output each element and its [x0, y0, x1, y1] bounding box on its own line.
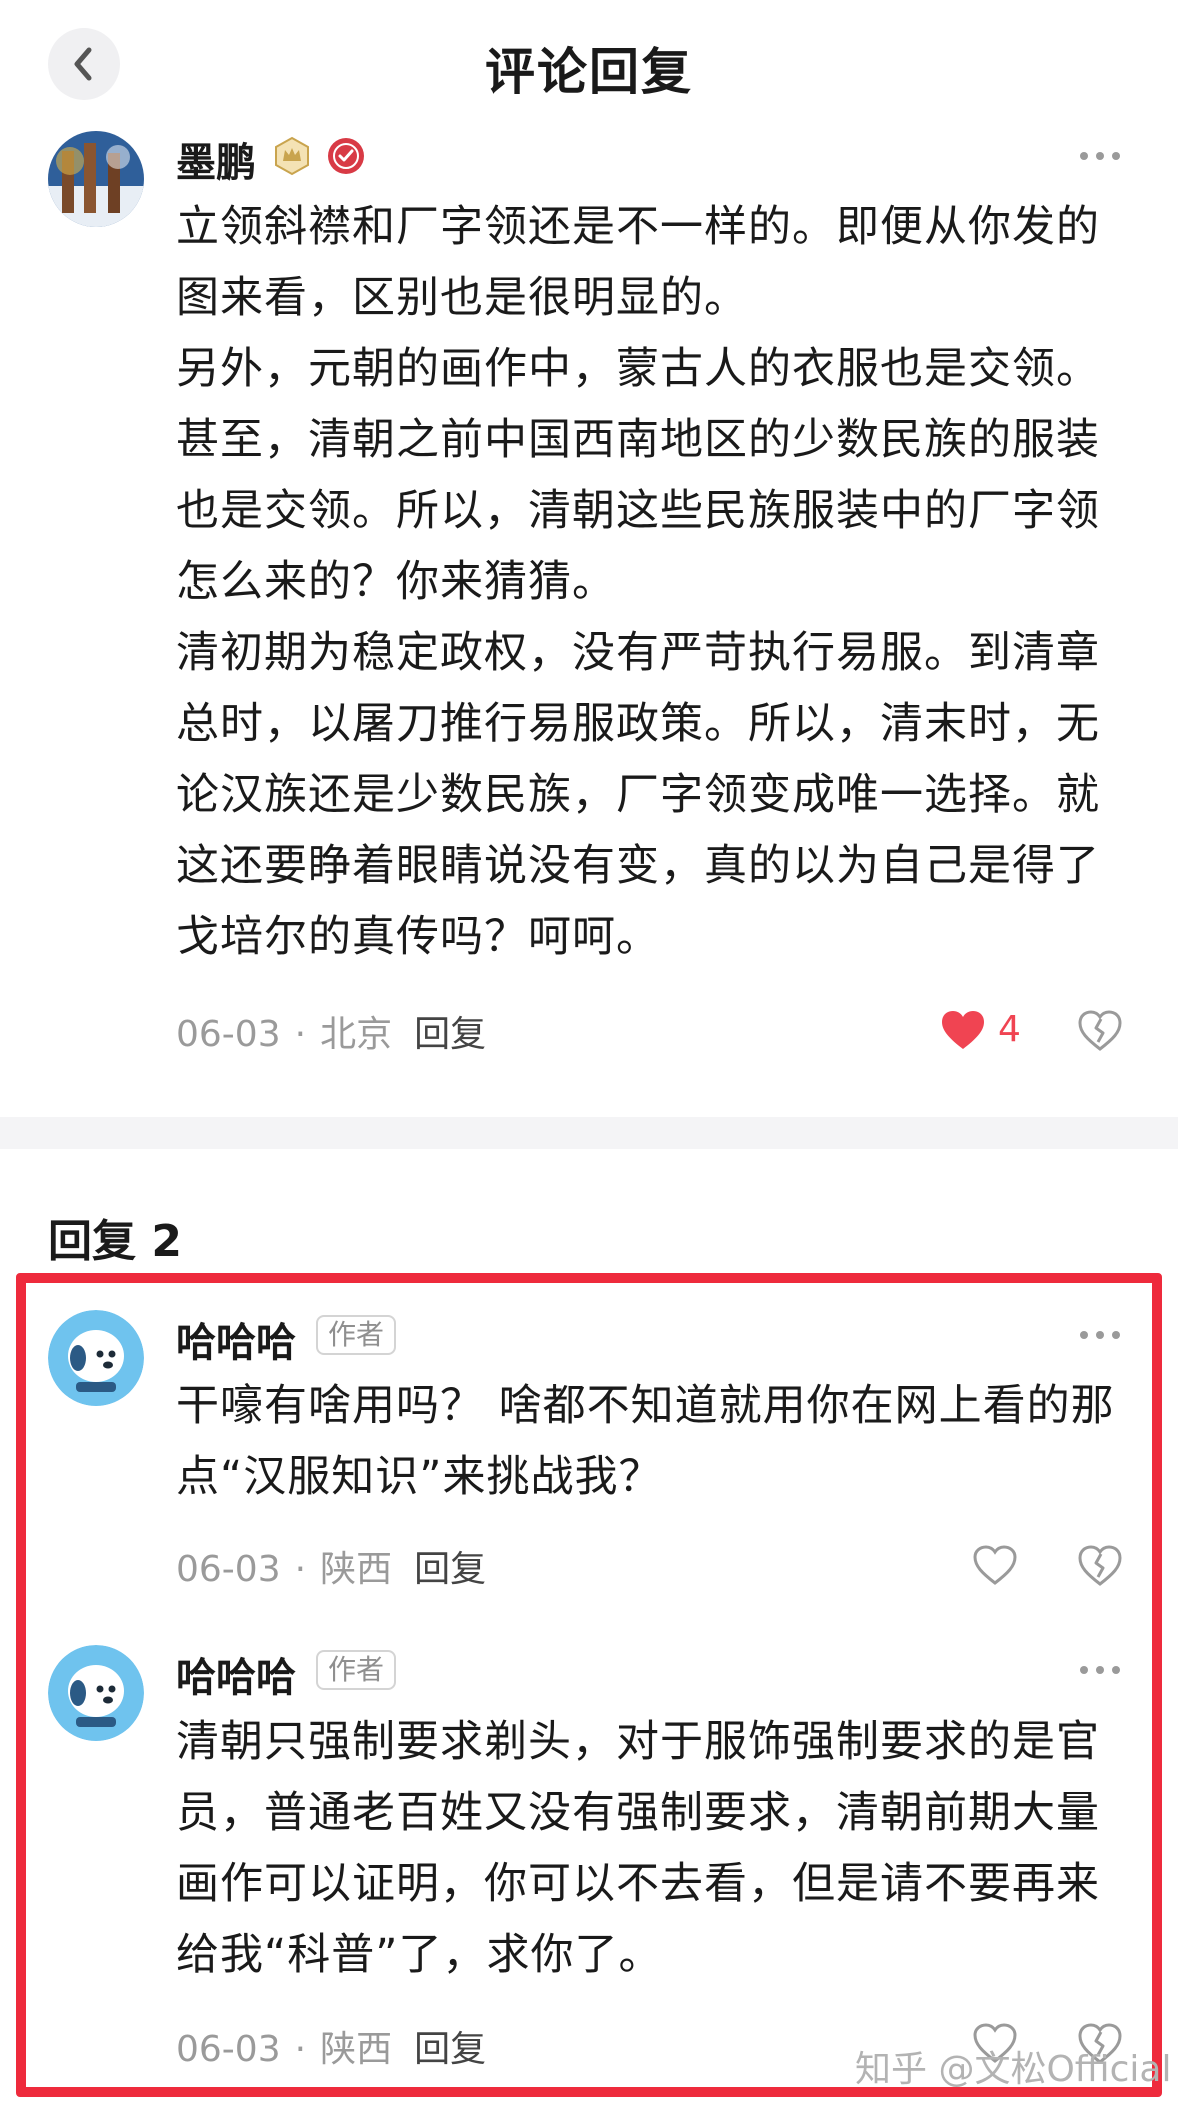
- author-name[interactable]: 哈哈哈: [176, 1310, 296, 1368]
- comment-meta: 06-03 · 北京 回复: [176, 1005, 486, 1057]
- more-options-icon[interactable]: [1080, 1325, 1124, 1345]
- reply-date: 06-03: [176, 1549, 281, 1590]
- like-button[interactable]: 4: [940, 1005, 1060, 1061]
- reply-date: 06-03: [176, 2029, 281, 2070]
- verified-badge-icon: [328, 138, 364, 174]
- author-name[interactable]: 墨鹏: [176, 130, 256, 188]
- reply-meta: 06-03 · 陕西 回复: [176, 2020, 486, 2072]
- reply-paragraph: 清朝只强制要求剃头，对于服饰强制要求的是官员，普通老百姓又没有强制要求，清朝前期…: [176, 1717, 1100, 1980]
- reply-location: 陕西: [320, 2029, 393, 2070]
- dislike-icon[interactable]: [1076, 1007, 1124, 1055]
- meta-separator: ·: [294, 1014, 307, 1055]
- replies-title: 回复 2: [48, 1216, 182, 1267]
- page-title: 评论回复: [485, 43, 693, 101]
- reply-paragraph: 干嚎有啥用吗？ 啥都不知道就用你在网上看的那点“汉服知识”来挑战我？: [176, 1381, 1115, 1502]
- level-badge-icon: [275, 136, 309, 176]
- comment-paragraph: 清初期为稳定政权，没有严苛执行易服。到清章总时，以屠刀推行易服政策。所以，清末时…: [176, 628, 1100, 962]
- avatar-image: [48, 131, 144, 227]
- avatar[interactable]: [48, 1310, 144, 1406]
- more-options-icon[interactable]: [1080, 1660, 1124, 1680]
- author-tag: 作者: [316, 1650, 397, 1690]
- avatar-image: [48, 1310, 144, 1406]
- comment-date: 06-03: [176, 1014, 281, 1055]
- heart-outline-icon[interactable]: [972, 1544, 1018, 1586]
- meta-separator: ·: [294, 2029, 307, 2070]
- watermark: 知乎 @文松Official: [855, 2049, 1172, 2090]
- dislike-icon[interactable]: [1076, 1542, 1124, 1590]
- author-name[interactable]: 哈哈哈: [176, 1645, 296, 1703]
- comment-body: 立领斜襟和厂字领还是不一样的。即便从你发的图来看，区别也是很明显的。 另外，元朝…: [176, 192, 1116, 973]
- comment-paragraph: 另外，元朝的画作中，蒙古人的衣服也是交领。甚至，清朝之前中国西南地区的少数民族的…: [176, 344, 1100, 607]
- more-options-icon[interactable]: [1080, 146, 1124, 166]
- reply-meta: 06-03 · 陕西 回复: [176, 1540, 486, 1592]
- meta-separator: ·: [294, 1549, 307, 1590]
- like-count: 4: [998, 1009, 1021, 1050]
- reply-body: 干嚎有啥用吗？ 啥都不知道就用你在网上看的那点“汉服知识”来挑战我？: [176, 1371, 1116, 1513]
- reply-button[interactable]: 回复: [414, 2029, 486, 2070]
- reply-button[interactable]: 回复: [414, 1014, 486, 1055]
- avatar-image: [48, 1645, 144, 1741]
- reply-body: 清朝只强制要求剃头，对于服饰强制要求的是官员，普通老百姓又没有强制要求，清朝前期…: [176, 1707, 1116, 1991]
- top-bar: 评论回复: [0, 0, 1178, 130]
- avatar[interactable]: [48, 1645, 144, 1741]
- comment-location: 北京: [320, 1014, 393, 1055]
- reply-button[interactable]: 回复: [414, 1549, 486, 1590]
- heart-filled-icon: [942, 1011, 984, 1049]
- avatar[interactable]: [48, 131, 144, 227]
- section-divider: [0, 1117, 1178, 1149]
- comment-paragraph: 立领斜襟和厂字领还是不一样的。即便从你发的图来看，区别也是很明显的。: [176, 202, 1100, 323]
- author-tag: 作者: [316, 1315, 397, 1355]
- reply-location: 陕西: [320, 1549, 393, 1590]
